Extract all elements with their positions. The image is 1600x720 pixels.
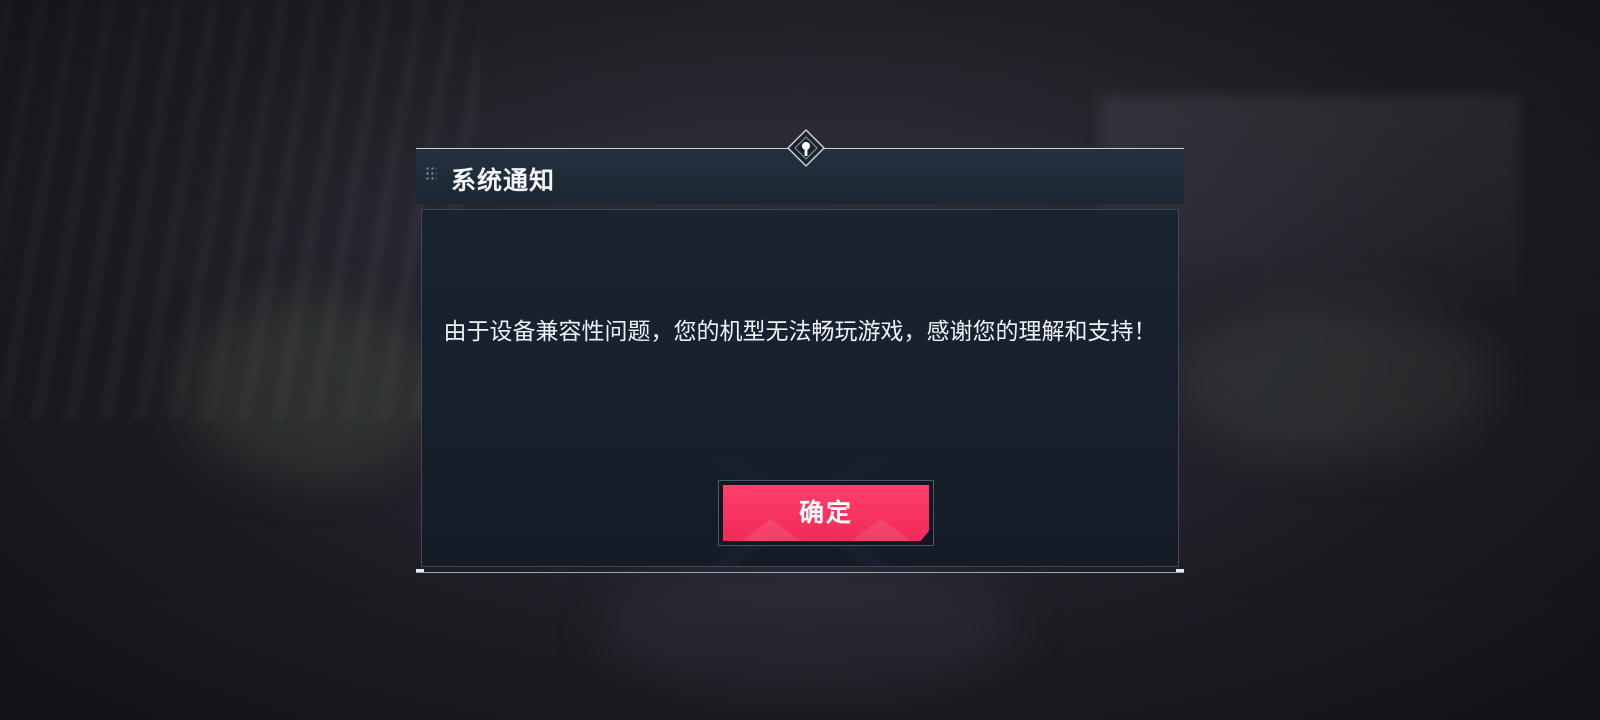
confirm-button-frame[interactable]: 确定 (718, 480, 934, 546)
confirm-button-label: 确定 (798, 498, 853, 527)
system-notice-dialog: 系统通知 由于设备兼容性问题，您的机型无法畅玩游戏，感谢您的理解和支持！ 确定 (416, 128, 1184, 574)
diamond-ornament-icon (786, 128, 826, 168)
game-screen: 系统通知 由于设备兼容性问题，您的机型无法畅玩游戏，感谢您的理解和支持！ 确定 (0, 0, 1600, 720)
dialog-title: 系统通知 (451, 166, 556, 195)
corner-mark-right (1176, 569, 1184, 572)
dialog-body: 由于设备兼容性问题，您的机型无法畅玩游戏，感谢您的理解和支持！ 确定 (421, 209, 1179, 567)
confirm-button[interactable]: 确定 (723, 485, 929, 541)
drag-grip-icon (425, 166, 437, 182)
dialog-bottom-border (416, 572, 1184, 573)
corner-mark-left (416, 569, 424, 572)
dialog-message: 由于设备兼容性问题，您的机型无法畅玩游戏，感谢您的理解和支持！ (443, 319, 1157, 345)
